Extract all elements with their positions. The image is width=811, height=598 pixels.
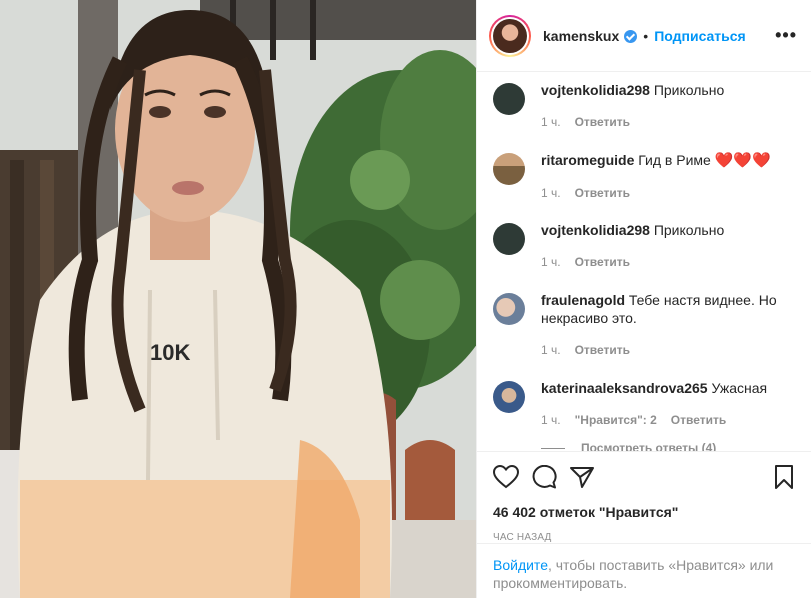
photo-illustration: 10K — [0, 0, 476, 598]
comment-item: katerinaaleksandrova265 Ужасная 1 ч. "Нра… — [493, 379, 797, 429]
comment-username[interactable]: vojtenkolidia298 — [541, 82, 650, 98]
author-avatar-image — [493, 18, 527, 53]
comment-icon[interactable] — [531, 465, 557, 489]
comment-item: vojtenkolidia298 Прикольно 1 ч. Ответить — [493, 221, 797, 291]
reply-button[interactable]: Ответить — [575, 255, 630, 269]
login-link[interactable]: Войдите — [493, 557, 548, 573]
comment-text: Прикольно — [653, 82, 725, 98]
replies-divider-line — [541, 447, 565, 449]
comment-item: fraulenagold Тебе настя виднее. Но некра… — [493, 291, 797, 379]
post-actions: 46 402 отметок "Нравится" ЧАС НАЗАД — [477, 451, 811, 543]
heart-emoji-icon: ❤️❤️❤️ — [714, 152, 771, 169]
follow-button[interactable]: Подписаться — [654, 28, 746, 44]
reply-button[interactable]: Ответить — [575, 115, 630, 129]
comment-item: vojtenkolidia298 Прикольно 1 ч. Ответить — [493, 81, 797, 151]
author-username[interactable]: kamenskux — [543, 28, 619, 44]
reply-button[interactable]: Ответить — [575, 186, 630, 200]
comment-time[interactable]: 1 ч. — [541, 413, 561, 427]
commenter-avatar[interactable] — [493, 381, 525, 413]
comment-time[interactable]: 1 ч. — [541, 115, 561, 129]
commenter-avatar[interactable] — [493, 293, 525, 325]
comment-username[interactable]: fraulenagold — [541, 292, 625, 308]
login-prompt: Войдите, чтобы поставить «Нравится» или … — [477, 543, 811, 598]
comment-text: Прикольно — [653, 222, 725, 238]
share-icon[interactable] — [569, 465, 595, 489]
comment-username[interactable]: katerinaaleksandrova265 — [541, 380, 708, 396]
commenter-avatar[interactable] — [493, 223, 525, 255]
likes-count[interactable]: 46 402 отметок "Нравится" — [493, 504, 795, 520]
comment-text: Гид в Риме — [638, 152, 711, 168]
verified-badge-icon — [624, 30, 638, 43]
separator-dot: • — [643, 27, 649, 44]
view-replies-button[interactable]: Посмотреть ответы (4) — [541, 441, 797, 451]
sweatshirt-print-text: 10K — [150, 340, 190, 365]
comment-likes[interactable]: "Нравится": 2 — [575, 413, 657, 427]
bookmark-icon[interactable] — [773, 465, 795, 489]
more-options-icon[interactable]: ••• — [775, 25, 797, 46]
comments-list: vojtenkolidia298 Прикольно 1 ч. Ответить … — [477, 73, 811, 451]
comment-username[interactable]: ritaromeguide — [541, 152, 634, 168]
reply-button[interactable]: Ответить — [575, 343, 630, 357]
comment-item: ritaromeguide Гид в Риме ❤️❤️❤️ 1 ч. Отве… — [493, 151, 797, 221]
view-replies-label: Посмотреть ответы (4) — [581, 441, 717, 451]
post-time[interactable]: ЧАС НАЗАД — [493, 532, 795, 543]
instagram-post: 10K kamenskux • Подписаться ••• vojtenko… — [0, 0, 811, 598]
commenter-avatar[interactable] — [493, 83, 525, 115]
comment-text: Ужасная — [711, 380, 768, 396]
comment-time[interactable]: 1 ч. — [541, 255, 561, 269]
reply-button[interactable]: Ответить — [671, 413, 726, 427]
commenter-avatar[interactable] — [493, 153, 525, 185]
heart-icon[interactable] — [493, 465, 519, 489]
post-photo[interactable]: 10K — [0, 0, 476, 598]
comment-username[interactable]: vojtenkolidia298 — [541, 222, 650, 238]
author-avatar[interactable] — [489, 14, 531, 57]
post-header: kamenskux • Подписаться ••• — [477, 0, 811, 72]
comment-time[interactable]: 1 ч. — [541, 343, 561, 357]
comment-time[interactable]: 1 ч. — [541, 186, 561, 200]
post-sidebar: kamenskux • Подписаться ••• vojtenkolidi… — [476, 0, 811, 598]
